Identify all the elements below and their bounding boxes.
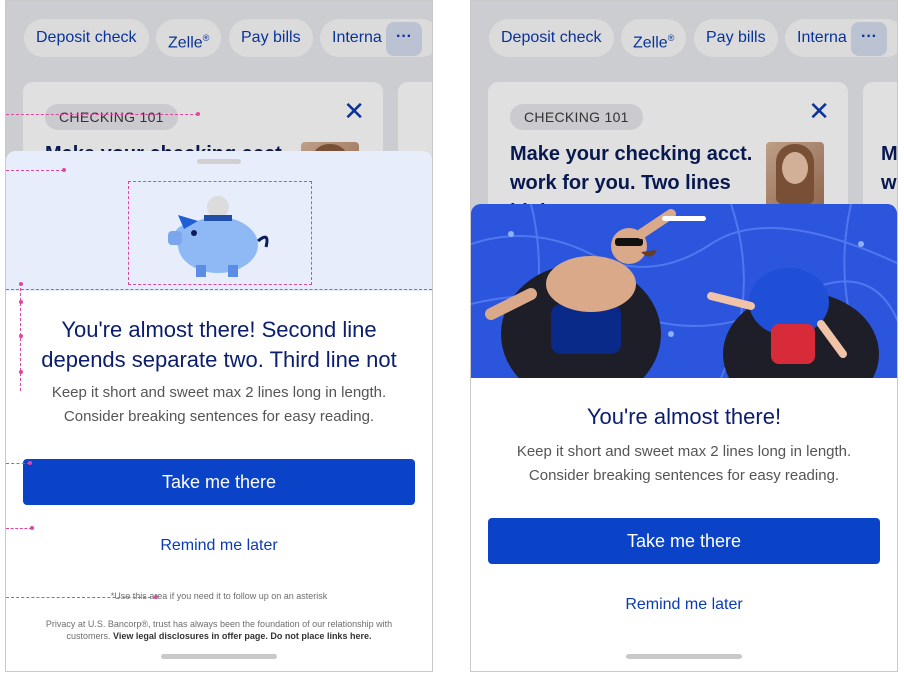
- home-indicator: [626, 654, 742, 659]
- asterisk-footnote: *Use this area if you need it to follow …: [110, 591, 328, 601]
- bottom-sheet: You're almost there! Keep it short and s…: [471, 204, 897, 671]
- redline-hero-bottom: [6, 289, 432, 290]
- legal-disclosure: View legal disclosures in offer page. Do…: [113, 631, 372, 641]
- pool-illustration: [471, 204, 897, 378]
- bottom-sheet: You're almost there! Second line depends…: [6, 151, 432, 671]
- home-indicator: [161, 654, 277, 659]
- redline-dot-4: [19, 370, 23, 374]
- redline-link-dot: [30, 526, 34, 530]
- sheet-body: Keep it short and sweet max 2 lines long…: [516, 443, 852, 484]
- redline-dot-1: [19, 282, 23, 286]
- phone-left: Deposit check Zelle® Pay bills Interna ·…: [5, 0, 433, 672]
- redline-dot-2: [19, 300, 23, 304]
- redline-badge-dot: [196, 112, 200, 116]
- sheet-title: You're almost there!: [586, 404, 782, 429]
- redline-sheet-top: [6, 170, 64, 171]
- redline-dot-3: [19, 334, 23, 338]
- phone-right: Deposit check Zelle® Pay bills Interna ·…: [470, 0, 898, 672]
- take-me-there-button[interactable]: Take me there: [23, 459, 415, 505]
- sheet-grabber[interactable]: [662, 216, 706, 221]
- redline-button-dot: [28, 461, 32, 465]
- sheet-body: Keep it short and sweet max 2 lines long…: [51, 384, 387, 425]
- redline-footnote: [6, 597, 156, 598]
- redline-button: [6, 463, 30, 464]
- pool-floaters-icon: [471, 204, 897, 378]
- screen: Deposit check Zelle® Pay bills Interna ·…: [0, 0, 904, 677]
- sheet-title: You're almost there! Second line depends…: [41, 317, 397, 372]
- remind-me-later-button[interactable]: Remind me later: [6, 537, 432, 555]
- legal-text: Privacy at U.S. Bancorp®, trust has alwa…: [30, 618, 408, 642]
- remind-me-later-button[interactable]: Remind me later: [471, 596, 897, 614]
- redline-sheet-dot: [62, 168, 66, 172]
- sheet-grabber[interactable]: [197, 159, 241, 164]
- piggy-bank-icon: [168, 196, 269, 277]
- redline-badge: [6, 114, 198, 115]
- redline-footnote-dot: [154, 595, 158, 599]
- redline-link: [6, 528, 32, 529]
- hero-illustration: [6, 151, 432, 291]
- take-me-there-button[interactable]: Take me there: [488, 518, 880, 564]
